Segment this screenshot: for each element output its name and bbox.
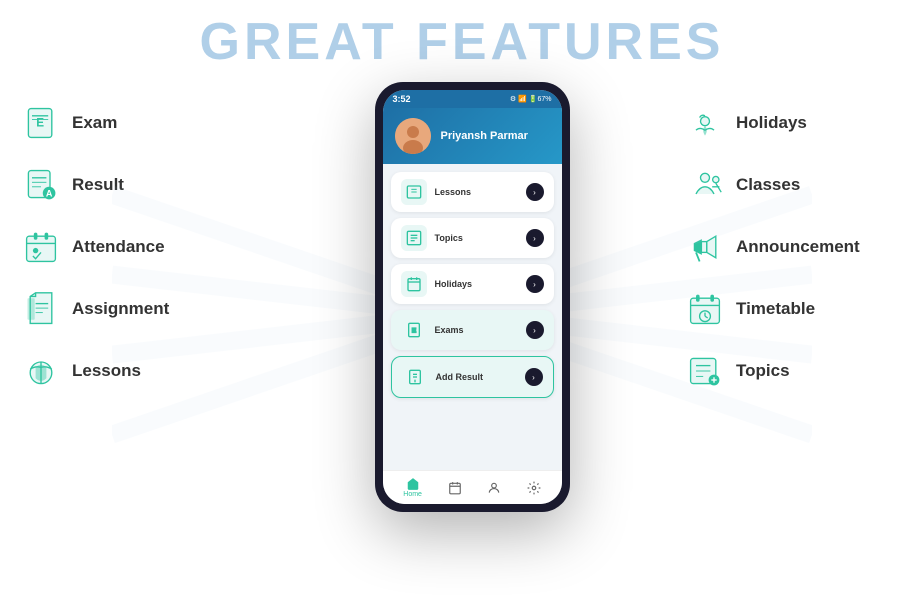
menu-item-holidays[interactable]: Holidays › (391, 264, 554, 304)
nav-label-home: Home (403, 491, 422, 498)
classes-icon (684, 164, 726, 206)
menu-item-topics[interactable]: Topics › (391, 218, 554, 258)
menu-icon-exams: E (401, 317, 427, 343)
menu-item-add-result[interactable]: Add Result › (391, 356, 554, 398)
feature-label-timetable: Timetable (736, 299, 815, 319)
svg-text:A: A (46, 189, 53, 199)
menu-item-lessons[interactable]: Lessons › (391, 172, 554, 212)
feature-holidays: Holidays (684, 102, 904, 144)
timetable-icon (684, 288, 726, 330)
feature-label-result: Result (72, 175, 124, 195)
svg-text:E: E (411, 328, 416, 335)
user-name: Priyansh Parmar (441, 130, 528, 142)
announcement-icon (684, 226, 726, 268)
feature-topics-right: Topics (684, 350, 904, 392)
menu-label-add-result: Add Result (436, 372, 517, 382)
menu-item-exams[interactable]: E Exams › (391, 310, 554, 350)
right-features-column: Holidays Classes (684, 82, 904, 392)
status-icons: ⚙ 📶 🔋67% (510, 95, 552, 103)
status-bar: 3:52 ⚙ 📶 🔋67% (383, 90, 562, 108)
feature-timetable: Timetable (684, 288, 904, 330)
feature-result: New Result A (20, 164, 260, 206)
menu-icon-holidays (401, 271, 427, 297)
phone-mockup: 3:52 ⚙ 📶 🔋67% Priyansh Parmar (375, 82, 570, 512)
menu-label-holidays: Holidays (435, 279, 518, 289)
feature-label-holidays: Holidays (736, 113, 807, 133)
avatar (395, 118, 431, 154)
feature-label-exam: Exam (72, 113, 117, 133)
menu-label-exams: Exams (435, 325, 518, 335)
menu-arrow-holidays[interactable]: › (526, 275, 544, 293)
menu-arrow-lessons[interactable]: › (526, 183, 544, 201)
menu-icon-add-result (402, 364, 428, 390)
menu-icon-topics (401, 225, 427, 251)
feature-attendance: Attendance (20, 226, 260, 268)
result-icon: A (20, 164, 62, 206)
exam-icon: E (20, 102, 62, 144)
menu-arrow-topics[interactable]: › (526, 229, 544, 247)
feature-announcement: Announcement (684, 226, 904, 268)
nav-item-calendar[interactable] (448, 481, 462, 495)
feature-label-attendance: Attendance (72, 237, 165, 257)
left-features-column: New Exam E New Result (20, 82, 260, 392)
menu-list: Lessons › Topics › (383, 164, 562, 470)
menu-label-lessons: Lessons (435, 187, 518, 197)
bottom-nav: Home (383, 470, 562, 504)
menu-arrow-add-result[interactable]: › (525, 368, 543, 386)
nav-item-home[interactable]: Home (403, 477, 422, 498)
holidays-icon (684, 102, 726, 144)
feature-classes: Classes (684, 164, 904, 206)
menu-label-topics: Topics (435, 233, 518, 243)
lessons-icon (20, 350, 62, 392)
status-time: 3:52 (393, 94, 411, 104)
topics-icon (684, 350, 726, 392)
feature-exam: New Exam E (20, 102, 260, 144)
page-title: GREAT FEATURES (0, 0, 924, 72)
feature-lessons-left: Lessons (20, 350, 260, 392)
phone-mockup-container: 3:52 ⚙ 📶 🔋67% Priyansh Parmar (375, 82, 570, 512)
feature-label-classes: Classes (736, 175, 800, 195)
feature-label-announcement: Announcement (736, 237, 860, 257)
assignment-icon (20, 288, 62, 330)
feature-label-assignment: Assignment (72, 299, 169, 319)
phone-header: Priyansh Parmar (383, 108, 562, 164)
feature-label-lessons-left: Lessons (72, 361, 141, 381)
feature-label-topics-right: Topics (736, 361, 790, 381)
menu-icon-lessons (401, 179, 427, 205)
menu-arrow-exams[interactable]: › (526, 321, 544, 339)
nav-item-profile[interactable] (487, 481, 501, 495)
svg-text:E: E (36, 117, 44, 130)
attendance-icon (20, 226, 62, 268)
feature-assignment: Assignment (20, 288, 260, 330)
phone-screen: 3:52 ⚙ 📶 🔋67% Priyansh Parmar (383, 90, 562, 504)
nav-item-settings[interactable] (527, 481, 541, 495)
